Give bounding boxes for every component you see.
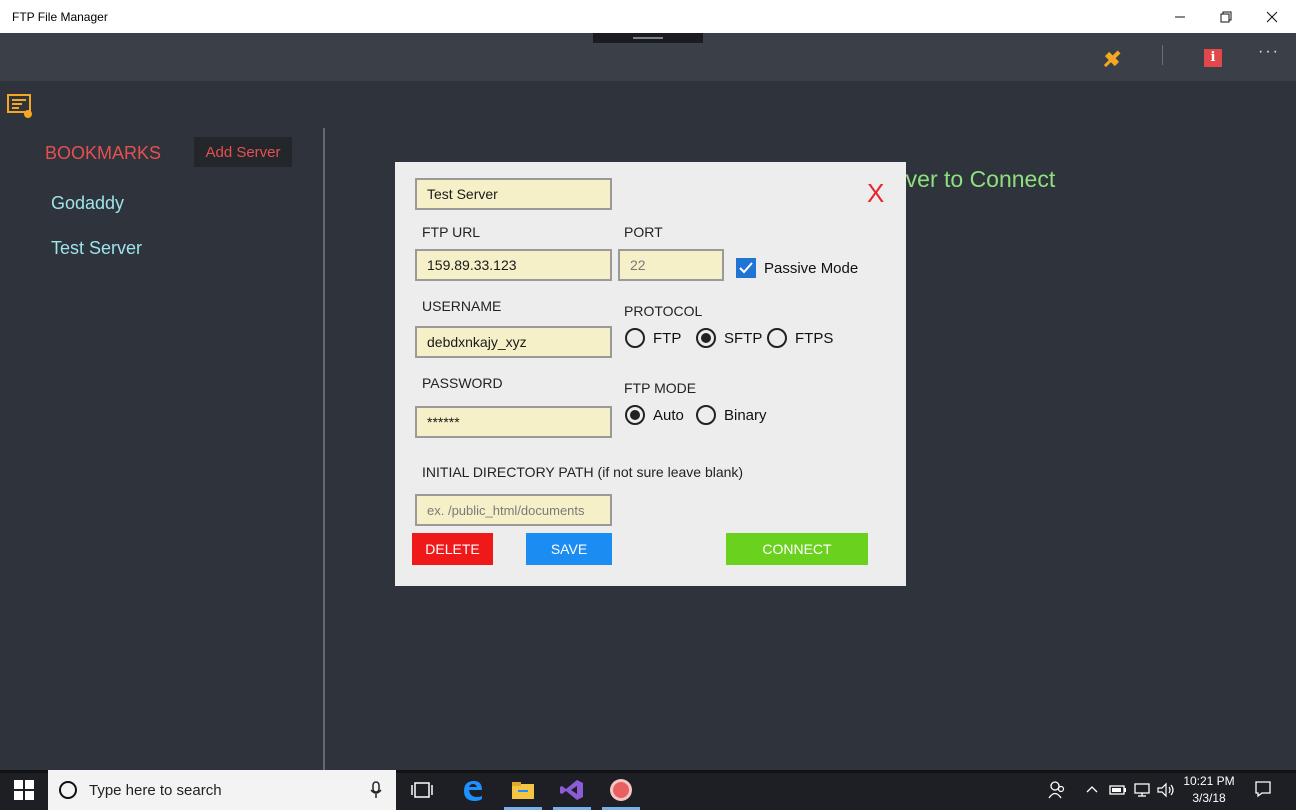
password-input[interactable]: ****** (415, 406, 612, 438)
volume-icon[interactable] (1156, 782, 1176, 798)
add-server-button[interactable]: Add Server (194, 137, 292, 167)
bookmark-item-godaddy[interactable]: Godaddy (51, 193, 124, 214)
taskbar-clock[interactable]: 10:21 PM 3/3/18 (1178, 773, 1240, 807)
ftp-url-label: FTP URL (422, 224, 481, 240)
protocol-ftp-label: FTP (653, 330, 682, 347)
protocol-sftp-label: SFTP (724, 330, 763, 347)
bookmarks-heading: BOOKMARKS (45, 143, 162, 163)
port-input[interactable]: 22 (618, 249, 724, 281)
minimize-icon (1175, 16, 1185, 17)
microphone-icon[interactable] (370, 781, 382, 799)
ftp-mode-label: FTP MODE (624, 380, 697, 396)
close-icon (1266, 11, 1278, 22)
battery-icon[interactable] (1108, 782, 1128, 798)
bookmark-item-test-server[interactable]: Test Server (51, 238, 142, 259)
ftp-mode-binary-label: Binary (724, 407, 767, 424)
network-icon[interactable] (1132, 782, 1152, 798)
restore-button[interactable] (1203, 0, 1249, 33)
restore-icon (1220, 11, 1232, 22)
plug-icon[interactable] (1100, 47, 1124, 71)
window-title: FTP File Manager (12, 10, 108, 24)
clock-time: 10:21 PM (1183, 774, 1235, 788)
username-label: USERNAME (422, 298, 502, 314)
username-input[interactable]: debdxnkajy_xyz (415, 326, 612, 358)
port-label: PORT (624, 224, 663, 240)
initial-directory-input[interactable]: ex. /public_html/documents (415, 494, 612, 526)
task-view-icon[interactable] (409, 778, 435, 802)
more-options-icon[interactable]: ··· (1258, 43, 1280, 61)
protocol-ftp-radio[interactable] (625, 328, 645, 348)
ftp-mode-binary-radio[interactable] (696, 405, 716, 425)
file-explorer-icon[interactable] (510, 778, 536, 802)
taskbar: Type here to search 10:21 PM 3/3/18 (0, 770, 1296, 810)
sidebar-divider (323, 128, 325, 770)
toolbar-separator (1162, 45, 1163, 65)
protocol-sftp-radio[interactable] (696, 328, 716, 348)
checkmark-icon (739, 262, 753, 274)
delete-button[interactable]: DELETE (412, 533, 493, 565)
ftp-app-icon[interactable] (608, 778, 634, 802)
window-titlebar: FTP File Manager (0, 0, 1296, 33)
ftp-mode-auto-label: Auto (653, 407, 684, 424)
info-icon[interactable]: i (1204, 49, 1222, 67)
clock-date: 3/3/18 (1192, 791, 1226, 805)
windows-start-icon[interactable] (14, 780, 34, 800)
passive-mode-label: Passive Mode (764, 260, 859, 277)
drag-handle[interactable] (593, 33, 703, 43)
password-label: PASSWORD (422, 375, 503, 391)
bookmark-list-icon[interactable] (7, 94, 35, 120)
ftp-mode-auto-radio[interactable] (625, 405, 645, 425)
protocol-label: PROTOCOL (624, 303, 703, 319)
protocol-ftps-radio[interactable] (767, 328, 787, 348)
people-icon[interactable] (1048, 780, 1066, 800)
taskbar-search-box[interactable]: Type here to search (48, 770, 396, 810)
chevron-up-icon[interactable] (1085, 784, 1099, 794)
close-window-button[interactable] (1249, 0, 1295, 33)
connect-hint-text: rver to Connect (898, 166, 1056, 192)
ftp-url-input[interactable]: 159.89.33.123 (415, 249, 612, 281)
cortana-icon (59, 781, 77, 799)
initial-directory-label: INITIAL DIRECTORY PATH (if not sure leav… (422, 464, 744, 480)
search-placeholder: Type here to search (89, 782, 222, 799)
minimize-button[interactable] (1157, 0, 1203, 33)
passive-mode-checkbox[interactable] (736, 258, 756, 278)
protocol-ftps-label: FTPS (795, 330, 834, 347)
server-settings-dialog: Test Server X FTP URL 159.89.33.123 PORT… (395, 162, 906, 586)
edge-browser-icon[interactable] (460, 778, 486, 802)
save-button[interactable]: SAVE (526, 533, 612, 565)
connect-button[interactable]: CONNECT (726, 533, 868, 565)
action-center-icon[interactable] (1254, 780, 1272, 798)
server-name-input[interactable]: Test Server (415, 178, 612, 210)
close-dialog-button[interactable]: X (867, 178, 884, 209)
app-command-bar: i ··· (0, 33, 1296, 81)
visual-studio-icon[interactable] (559, 778, 585, 802)
